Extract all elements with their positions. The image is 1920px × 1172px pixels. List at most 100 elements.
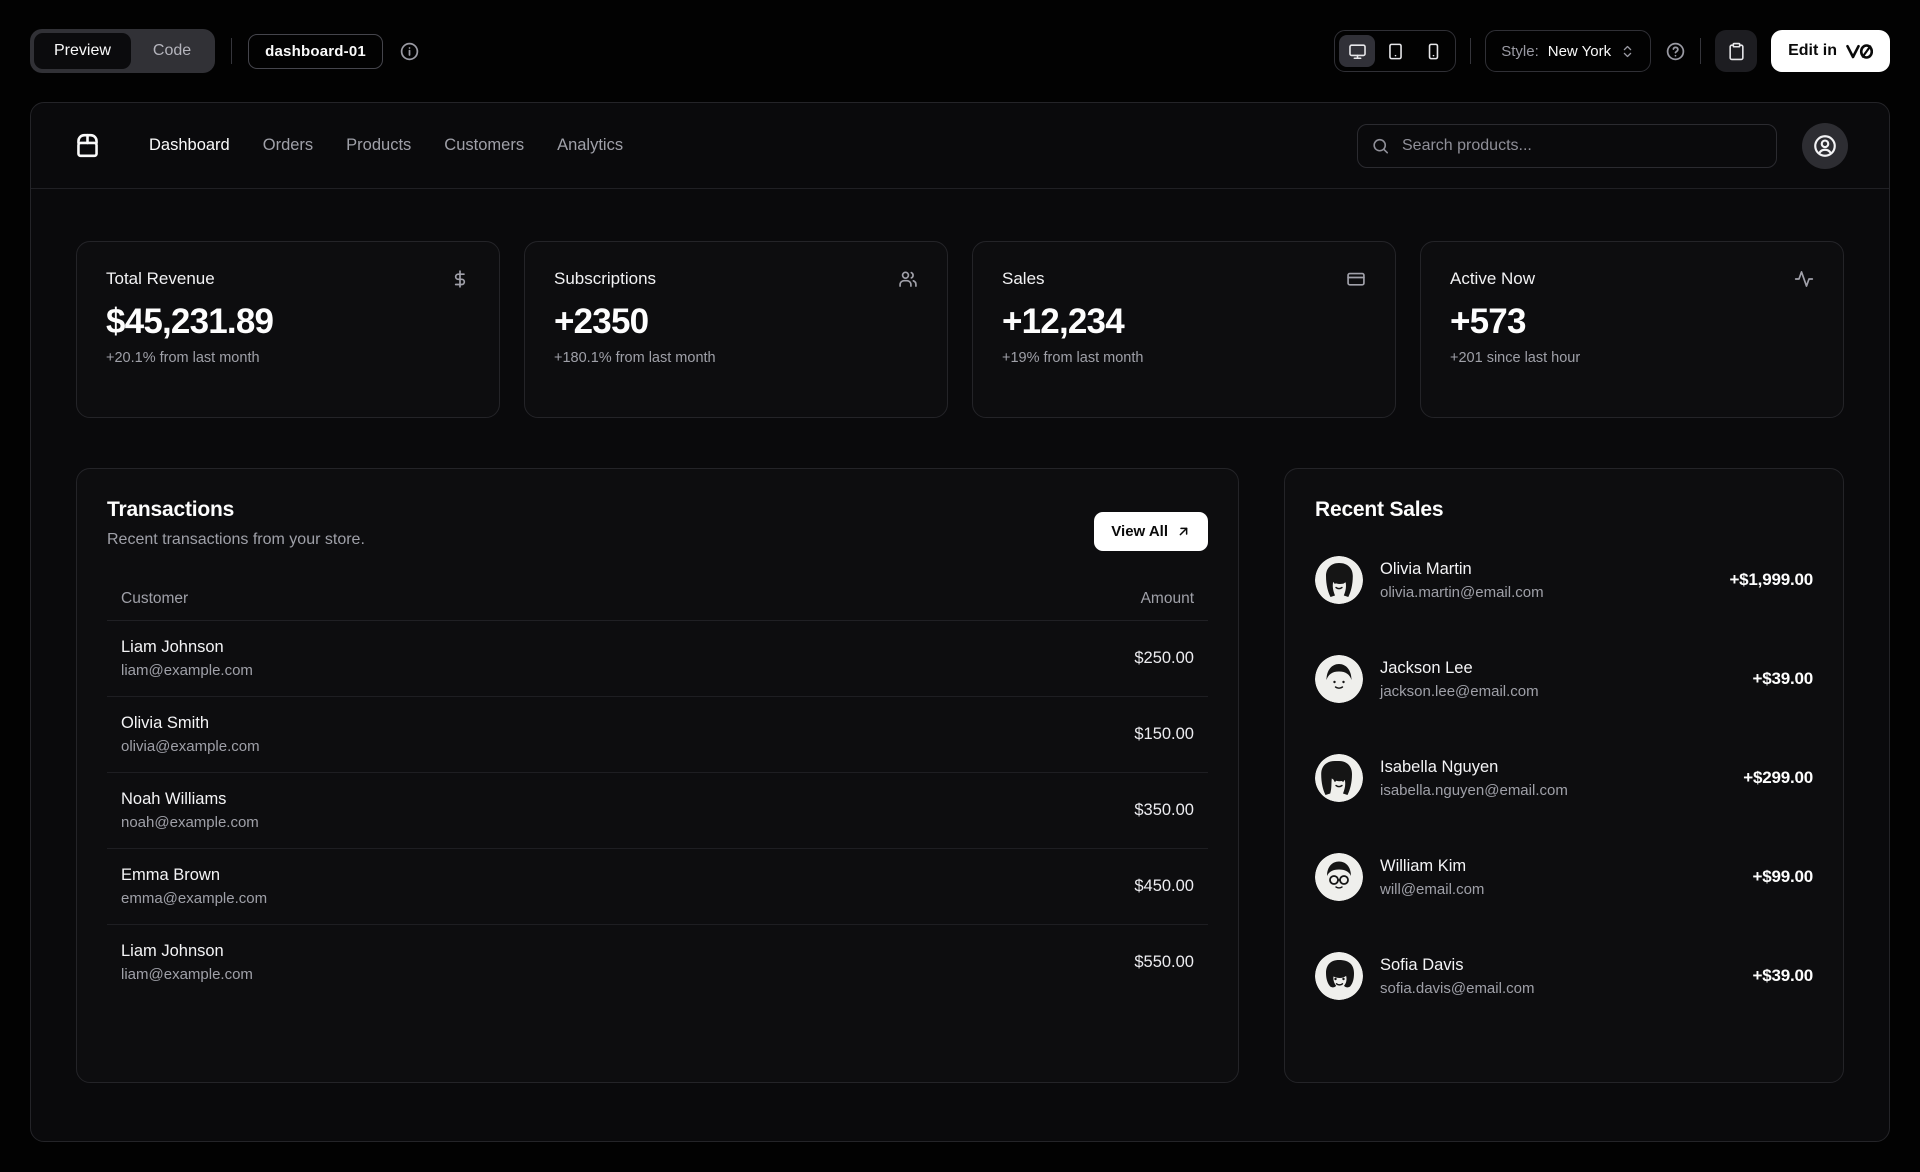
block-name-badge: dashboard-01 — [248, 33, 383, 69]
transaction-amount: $450.00 — [839, 848, 1208, 925]
list-item: Olivia Martin olivia.martin@email.com +$… — [1315, 556, 1813, 604]
v0-logo-icon — [1846, 43, 1873, 59]
customer-name: Emma Brown — [121, 866, 221, 884]
phone-icon — [1424, 42, 1443, 61]
view-all-label: View All — [1111, 523, 1168, 540]
sale-customer-name: Sofia Davis — [1380, 955, 1464, 974]
nav-item-products[interactable]: Products — [346, 136, 411, 155]
avatar — [1315, 556, 1363, 604]
list-item: Sofia Davis sofia.davis@email.com +$39.0… — [1315, 952, 1813, 1000]
stats-row: Total Revenue $45,231.89 +20.1% from las… — [76, 241, 1844, 418]
view-mode-toggle: Preview Code — [30, 29, 216, 73]
stat-title: Sales — [1002, 269, 1045, 288]
tablet-view-button[interactable] — [1377, 35, 1413, 67]
table-row: Olivia Smith olivia@example.com $150.00 — [107, 696, 1208, 773]
help-circle-icon — [1665, 41, 1686, 62]
preview-toolbar: Preview Code dashboard-01 Style: New Yor… — [0, 0, 1920, 102]
stat-change: +201 since last hour — [1450, 350, 1581, 366]
transaction-amount: $550.00 — [1134, 953, 1194, 971]
style-select[interactable]: Style: New York — [1485, 30, 1652, 72]
search-input[interactable] — [1357, 123, 1777, 168]
stat-change: +180.1% from last month — [554, 350, 716, 366]
help-button[interactable] — [1665, 41, 1686, 62]
transactions-card: Transactions Recent transactions from yo… — [76, 468, 1239, 1083]
edit-in-v0-button[interactable]: Edit in — [1771, 30, 1890, 72]
list-item: William Kim will@email.com +$99.00 — [1315, 853, 1813, 901]
column-header-amount: Amount — [839, 578, 1208, 621]
style-select-label: Style: — [1501, 42, 1539, 60]
customer-email: olivia@example.com — [121, 738, 260, 755]
users-icon — [898, 269, 918, 289]
transaction-amount: $350.00 — [839, 772, 1208, 849]
info-button[interactable] — [399, 41, 420, 62]
stat-change: +19% from last month — [1002, 350, 1144, 366]
nav-item-analytics[interactable]: Analytics — [557, 136, 623, 155]
avatar — [1315, 952, 1363, 1000]
table-row: Liam Johnson liam@example.com $250.00 — [107, 620, 1208, 697]
sale-amount: +$299.00 — [1743, 768, 1813, 787]
sale-customer-email: sofia.davis@email.com — [1380, 979, 1535, 997]
style-select-value: New York — [1547, 42, 1612, 60]
nav-item-orders[interactable]: Orders — [263, 136, 313, 155]
sale-customer-email: will@email.com — [1380, 880, 1485, 898]
copy-code-button[interactable] — [1715, 30, 1758, 72]
table-row: Noah Williams noah@example.com $350.00 — [107, 772, 1208, 849]
customer-name: Noah Williams — [121, 790, 227, 808]
dashboard-content: Total Revenue $45,231.89 +20.1% from las… — [31, 189, 1889, 1083]
user-circle-icon — [1812, 133, 1838, 159]
account-menu-button[interactable] — [1802, 122, 1848, 169]
customer-name: Liam Johnson — [121, 942, 224, 960]
stat-card-sales: Sales +12,234 +19% from last month — [972, 241, 1396, 418]
tab-code[interactable]: Code — [133, 33, 211, 69]
column-header-customer: Customer — [107, 578, 840, 621]
stat-title: Subscriptions — [554, 269, 657, 288]
view-all-button[interactable]: View All — [1094, 512, 1208, 551]
table-row: Emma Brown emma@example.com $450.00 — [107, 848, 1208, 925]
stat-title: Total Revenue — [106, 269, 215, 288]
customer-email: emma@example.com — [121, 890, 268, 907]
stat-card-total-revenue: Total Revenue $45,231.89 +20.1% from las… — [76, 241, 500, 418]
chevrons-up-down-icon — [1620, 44, 1635, 59]
edit-in-v0-label: Edit in — [1788, 42, 1837, 59]
stat-value: +2350 — [554, 302, 649, 341]
clipboard-icon — [1727, 42, 1746, 61]
activity-icon — [1794, 269, 1814, 289]
arrow-up-right-icon — [1176, 524, 1191, 539]
transaction-amount: $150.00 — [839, 696, 1208, 773]
customer-name: Liam Johnson — [121, 638, 224, 656]
phone-view-button[interactable] — [1415, 35, 1451, 67]
credit-card-icon — [1346, 269, 1366, 289]
sale-amount: +$99.00 — [1752, 867, 1813, 886]
toolbar-divider — [231, 38, 233, 64]
tablet-icon — [1386, 42, 1405, 61]
toolbar-divider — [1700, 38, 1702, 64]
nav-item-dashboard[interactable]: Dashboard — [149, 136, 230, 155]
tab-preview[interactable]: Preview — [34, 33, 131, 69]
sale-customer-name: William Kim — [1380, 856, 1467, 875]
sale-customer-email: jackson.lee@email.com — [1380, 682, 1539, 700]
sale-customer-name: Olivia Martin — [1380, 559, 1472, 578]
customer-name: Olivia Smith — [121, 714, 210, 732]
sale-customer-name: Jackson Lee — [1380, 658, 1473, 677]
search-icon — [1371, 136, 1390, 155]
dollar-sign-icon — [450, 269, 470, 289]
recent-sales-title: Recent Sales — [1315, 498, 1444, 521]
sale-amount: +$39.00 — [1752, 669, 1813, 688]
stat-value: $45,231.89 — [106, 302, 274, 341]
recent-sales-list: Olivia Martin olivia.martin@email.com +$… — [1315, 556, 1813, 1000]
stat-value: +573 — [1450, 302, 1526, 341]
sale-amount: +$39.00 — [1752, 966, 1813, 985]
dashboard-preview-panel: Dashboard Orders Products Customers Anal… — [30, 102, 1890, 1142]
info-icon — [399, 41, 420, 62]
store-logo-icon[interactable] — [72, 130, 103, 161]
desktop-view-button[interactable] — [1339, 35, 1376, 67]
transaction-amount: $250.00 — [839, 620, 1208, 697]
stat-value: +12,234 — [1002, 302, 1125, 341]
customer-email: liam@example.com — [121, 662, 253, 679]
sale-customer-name: Isabella Nguyen — [1380, 757, 1499, 776]
stat-title: Active Now — [1450, 269, 1536, 288]
nav-item-customers[interactable]: Customers — [444, 136, 524, 155]
toolbar-divider — [1470, 38, 1472, 64]
search-container — [1357, 123, 1777, 168]
list-item: Jackson Lee jackson.lee@email.com +$39.0… — [1315, 655, 1813, 703]
